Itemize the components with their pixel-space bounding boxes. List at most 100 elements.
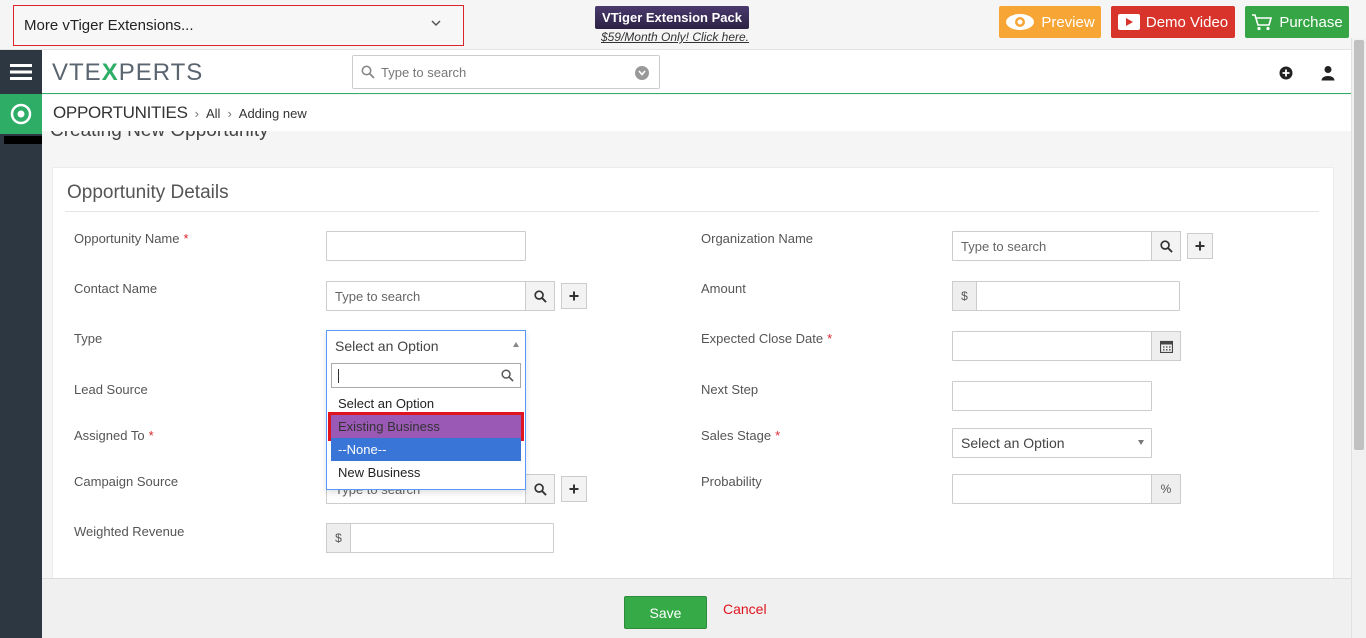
next-step-label: Next Step	[701, 382, 759, 397]
module-opportunities-button[interactable]	[0, 94, 42, 134]
plus-icon	[569, 484, 579, 494]
campaign-add-button[interactable]	[561, 476, 587, 502]
extension-pack-link[interactable]: $59/Month Only! Click here.	[590, 30, 760, 44]
breadcrumb-module[interactable]: OPPORTUNITIES	[53, 103, 188, 123]
amount-input[interactable]	[976, 281, 1180, 311]
plus-icon	[1195, 241, 1205, 251]
chevron-right-icon: ›	[227, 105, 232, 121]
search-icon	[1159, 239, 1173, 253]
contact-name-input[interactable]: Type to search	[326, 281, 526, 311]
plus-icon	[569, 291, 579, 301]
weighted-revenue-input[interactable]	[350, 523, 554, 553]
preview-label: Preview	[1041, 13, 1095, 31]
type-option-none[interactable]: --None--	[331, 438, 521, 461]
expected-close-date-input[interactable]	[952, 331, 1152, 361]
caret-down-icon	[1138, 440, 1144, 445]
logo-text-left: VTE	[52, 59, 102, 86]
expected-close-date-label: Expected Close Date *	[701, 331, 833, 346]
purchase-label: Purchase	[1279, 13, 1343, 31]
opportunity-details-panel: Opportunity Details Opportunity Name * Or…	[52, 167, 1334, 579]
search-icon	[361, 65, 375, 79]
sales-stage-label: Sales Stage *	[701, 428, 781, 443]
user-icon	[1321, 66, 1335, 81]
type-select-value: Select an Option	[335, 338, 439, 354]
form-footer: Save Cancel	[42, 578, 1351, 638]
logo-text-right: PERTS	[118, 59, 204, 86]
global-search[interactable]: Type to search	[352, 55, 660, 89]
opportunity-name-label: Opportunity Name *	[74, 231, 189, 246]
extensions-select[interactable]: More vTiger Extensions...	[13, 5, 464, 46]
campaign-search-button[interactable]	[525, 474, 555, 504]
demo-video-label: Demo Video	[1145, 13, 1229, 31]
calendar-icon	[1159, 340, 1173, 353]
scrollbar-thumb[interactable]	[1354, 40, 1364, 450]
extensions-select-label: More vTiger Extensions...	[24, 17, 194, 34]
sidebar-indicator	[4, 136, 42, 144]
type-option-existing-business[interactable]: Existing Business	[328, 412, 524, 441]
text-cursor	[338, 369, 339, 383]
type-select[interactable]: Select an Option	[327, 331, 525, 361]
app-header: VTEXPERTS Type to search	[42, 50, 1351, 94]
breadcrumb: OPPORTUNITIES › All › Adding new	[42, 95, 1351, 131]
campaign-source-label: Campaign Source	[74, 474, 179, 489]
plus-circle-icon	[1279, 66, 1293, 80]
quick-create-button[interactable]	[1279, 66, 1293, 83]
logo-text-x: X	[101, 59, 119, 86]
cart-icon	[1252, 14, 1273, 31]
hamburger-icon	[10, 64, 32, 80]
purchase-button[interactable]: Purchase	[1245, 6, 1349, 38]
percent-addon: %	[1151, 474, 1181, 504]
preview-button[interactable]: Preview	[999, 6, 1101, 38]
organization-name-label: Organization Name	[701, 231, 813, 246]
extension-pack-badge[interactable]: VTiger Extension Pack	[595, 6, 749, 29]
cancel-link[interactable]: Cancel	[723, 601, 767, 617]
sales-stage-select[interactable]: Select an Option	[952, 428, 1152, 458]
demo-video-button[interactable]: Demo Video	[1111, 6, 1235, 38]
eye-icon	[1006, 14, 1035, 30]
organization-search-button[interactable]	[1151, 231, 1181, 261]
contact-search-button[interactable]	[525, 281, 555, 311]
promo-bar: More vTiger Extensions... VTiger Extensi…	[0, 0, 1366, 50]
opportunity-name-input[interactable]	[326, 231, 526, 261]
type-select-dropdown[interactable]: Select an Option Select an Option Existi…	[326, 330, 526, 490]
panel-title: Opportunity Details	[67, 182, 229, 203]
vtexperts-logo[interactable]: VTEXPERTS	[52, 59, 203, 87]
contact-add-button[interactable]	[561, 283, 587, 309]
type-option[interactable]: Select an Option	[331, 392, 521, 415]
page-scrollbar[interactable]	[1351, 38, 1366, 638]
currency-addon: $	[326, 523, 351, 553]
chevron-down-icon	[431, 20, 441, 27]
search-options-icon[interactable]	[635, 66, 649, 80]
weighted-revenue-label: Weighted Revenue	[74, 524, 185, 539]
breadcrumb-current: Adding new	[238, 105, 307, 121]
type-search-input[interactable]	[331, 363, 521, 388]
chevron-right-icon: ›	[194, 105, 199, 121]
organization-add-button[interactable]	[1187, 233, 1213, 259]
sales-stage-value: Select an Option	[961, 435, 1065, 451]
type-label: Type	[74, 331, 103, 346]
date-picker-button[interactable]	[1151, 331, 1181, 361]
breadcrumb-all[interactable]: All	[206, 106, 220, 121]
search-icon	[533, 289, 547, 303]
save-button[interactable]: Save	[624, 596, 707, 629]
next-step-input[interactable]	[952, 381, 1152, 411]
probability-input[interactable]	[952, 474, 1152, 504]
panel-divider	[65, 211, 1319, 212]
contact-name-label: Contact Name	[74, 281, 158, 296]
global-search-input[interactable]: Type to search	[381, 65, 466, 80]
lead-source-label: Lead Source	[74, 382, 148, 397]
assigned-to-label: Assigned To *	[74, 428, 154, 443]
amount-label: Amount	[701, 281, 746, 296]
play-icon	[1117, 14, 1140, 30]
menu-button[interactable]	[0, 50, 42, 94]
target-icon	[10, 103, 32, 125]
type-option-new-business[interactable]: New Business	[331, 461, 521, 484]
organization-name-input[interactable]: Type to search	[952, 231, 1152, 261]
user-menu-button[interactable]	[1321, 65, 1335, 84]
probability-label: Probability	[701, 474, 762, 489]
search-icon	[533, 482, 547, 496]
caret-up-icon	[513, 342, 519, 347]
app-sidebar	[0, 50, 42, 638]
currency-addon: $	[952, 281, 977, 311]
search-icon	[501, 369, 514, 382]
